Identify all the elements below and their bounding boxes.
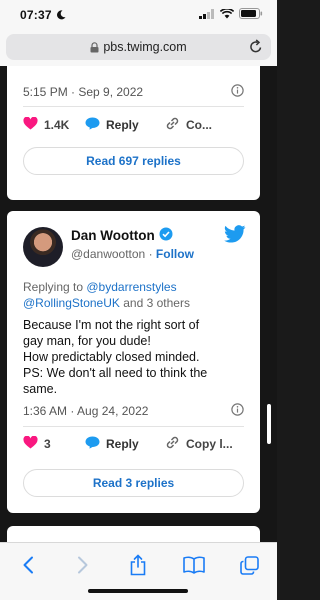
reply-label: Reply [106,437,139,451]
author-block: Dan Wootton @danwootton · Follow [71,227,194,261]
signal-icon [199,8,215,22]
tweet-card-next [7,526,260,542]
verified-badge-icon [159,227,173,244]
tweet-actions: 1.4K Reply Co... [23,116,252,134]
tweet-text-line: Because I'm not the right sort of [23,318,200,332]
author-handle[interactable]: @danwootton [71,247,145,261]
tweet-card-previous: 5:15 PM · Sep 9, 2022 1.4K Reply Co... R… [7,66,260,200]
tweet-text-line: gay man, for you dude! [23,334,151,348]
read-replies-button[interactable]: Read 3 replies [23,469,244,497]
like-count: 3 [44,437,51,451]
replying-to: Replying to @bydarrenstyles @RollingSton… [23,279,243,311]
info-icon[interactable] [231,403,244,419]
link-icon [165,116,180,134]
scroll-indicator [267,404,271,444]
like-count: 1.4K [44,118,70,132]
avatar[interactable] [23,227,63,267]
copy-link-label: Co... [186,118,212,132]
wifi-icon [219,7,235,22]
battery-icon [239,8,263,22]
status-bar: 07:37 [0,0,277,30]
twitter-bird-icon[interactable] [224,225,246,248]
tweet-actions: 3 Reply Copy l... [23,435,252,453]
tweet-text: Because I'm not the right sort of gay ma… [23,317,248,397]
back-icon[interactable] [13,553,43,577]
home-indicator [88,589,188,593]
bookmarks-icon[interactable] [179,553,209,577]
url-text: pbs.twimg.com [103,40,187,54]
heart-icon [23,435,38,452]
reply-label: Reply [106,118,139,132]
reply-button[interactable]: Reply [85,436,165,452]
replying-suffix: and 3 others [119,296,190,310]
divider [23,426,244,427]
address-bar[interactable]: pbs.twimg.com [6,34,271,60]
follow-button[interactable]: Follow [156,247,194,261]
speech-bubble-icon [85,117,100,133]
copy-link-button[interactable]: Co... [165,116,252,134]
page-content[interactable]: 5:15 PM · Sep 9, 2022 1.4K Reply Co... R… [0,66,277,542]
info-icon[interactable] [231,84,244,100]
tweet-timestamp[interactable]: 1:36 AM · Aug 24, 2022 [23,404,231,418]
tweet-timestamp: 5:15 PM · Sep 9, 2022 [23,85,144,99]
divider [23,106,244,107]
reply-button[interactable]: Reply [85,117,165,133]
like-button[interactable]: 3 [23,435,75,452]
handle-separator: · [145,247,156,261]
tweet-meta-row: 1:36 AM · Aug 24, 2022 [23,403,244,419]
speech-bubble-icon [85,436,100,452]
tweet-card: Dan Wootton @danwootton · Follow Replyin… [7,211,260,513]
tweet-text-line: PS: We don't all need to think the [23,366,208,380]
mention-link[interactable]: @bydarrenstyles [86,280,176,294]
copy-link-button[interactable]: Copy l... [165,435,252,453]
copy-link-label: Copy l... [186,437,233,451]
link-icon [165,435,180,453]
replying-prefix: Replying to [23,280,87,294]
heart-icon [23,116,38,133]
reload-icon[interactable] [249,39,263,57]
forward-icon[interactable] [68,553,98,577]
status-time: 07:37 [20,8,52,22]
lock-icon [90,41,99,53]
read-replies-button[interactable]: Read 697 replies [23,147,244,175]
share-icon[interactable] [123,553,153,577]
like-button[interactable]: 1.4K [23,116,75,133]
mention-link[interactable]: @RollingStoneUK [23,296,120,310]
tweet-text-line: same. [23,382,58,396]
browser-address-area: pbs.twimg.com [0,30,277,66]
author-name[interactable]: Dan Wootton [71,228,155,243]
tweet-meta-row: 5:15 PM · Sep 9, 2022 [23,84,244,100]
tweet-text-line: How predictably closed minded. [23,350,200,364]
moon-icon [56,9,66,23]
tabs-icon[interactable] [234,553,264,577]
